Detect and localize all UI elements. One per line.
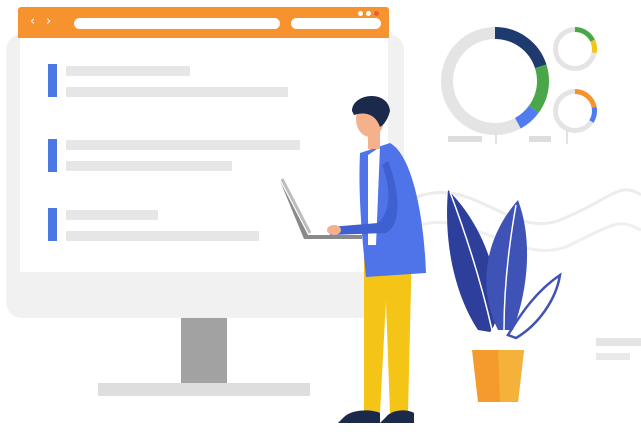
placeholder-text-line (66, 231, 259, 241)
chart-connector (566, 130, 568, 144)
window-close-dot-icon (374, 11, 379, 16)
window-dot-icon (358, 11, 363, 16)
potted-plant-icon (447, 190, 562, 402)
window-dot-icon (366, 11, 371, 16)
chart-connector (495, 128, 497, 144)
chevron-right-icon[interactable]: › (46, 15, 51, 28)
donut-chart-small (553, 27, 597, 71)
placeholder-text-line (66, 87, 288, 97)
placeholder-title-line (66, 140, 300, 150)
donut-chart-small (553, 89, 597, 133)
placeholder-text-line (66, 161, 232, 171)
search-field[interactable] (291, 18, 381, 29)
chevron-left-icon[interactable]: ‹ (30, 15, 35, 28)
placeholder-title-line (66, 66, 190, 76)
list-item-accent (48, 139, 57, 172)
monitor-stand-neck (181, 318, 227, 384)
illustration-scene: ‹ › (0, 0, 641, 432)
list-item-accent (48, 208, 57, 241)
browser-toolbar: ‹ › (18, 7, 389, 38)
chart-caption-line (448, 136, 482, 142)
placeholder-title-line (66, 210, 158, 220)
list-item-accent (48, 64, 57, 97)
chart-caption-line (529, 136, 551, 142)
person-with-laptop-icon (280, 95, 426, 423)
donut-chart-large (441, 27, 549, 135)
address-bar[interactable] (74, 18, 280, 29)
